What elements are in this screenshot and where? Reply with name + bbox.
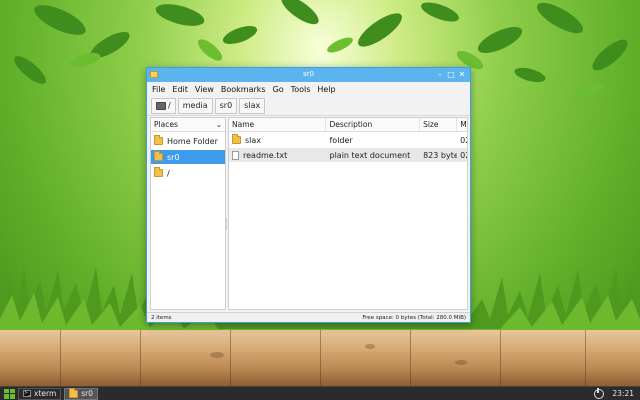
taskbar-item-sr0[interactable]: sr0 — [64, 387, 99, 400]
file-list: Name Description Size M slax folder 02 r… — [228, 117, 468, 310]
window-titlebar[interactable]: sr0 – □ ✕ — [147, 68, 470, 82]
menu-tools[interactable]: Tools — [291, 85, 311, 94]
places-header-label: Places — [154, 120, 178, 129]
menu-edit[interactable]: Edit — [172, 85, 188, 94]
file-name: readme.txt — [243, 150, 288, 160]
path-root-button[interactable]: / — [151, 97, 176, 114]
column-header-name[interactable]: Name — [229, 118, 327, 131]
menu-help[interactable]: Help — [317, 85, 335, 94]
path-bar: / media sr0 slax — [147, 96, 470, 116]
column-header-size[interactable]: Size — [420, 118, 458, 131]
taskbar-item-label: sr0 — [81, 389, 94, 398]
path-segment-label: slax — [244, 101, 261, 110]
taskbar-item-xterm[interactable]: >_ xterm — [18, 387, 62, 400]
file-list-header: Name Description Size M — [229, 118, 467, 132]
file-size — [420, 133, 457, 147]
file-row[interactable]: readme.txt plain text document 823 bytes… — [229, 148, 467, 162]
minimize-icon[interactable]: – — [435, 69, 445, 80]
column-header-modified[interactable]: M — [457, 118, 467, 131]
file-description: plain text document — [329, 150, 411, 160]
menu-bookmarks[interactable]: Bookmarks — [221, 85, 266, 94]
column-header-description[interactable]: Description — [326, 118, 421, 131]
path-root-label: / — [168, 101, 171, 110]
sidebar-item-home-folder[interactable]: Home Folder — [151, 134, 225, 148]
sidebar-item-root[interactable]: / — [151, 166, 225, 180]
sidebar-item-sr0[interactable]: sr0 — [151, 150, 225, 164]
places-sidebar: Places ⌄ Home Folder sr0 / — [150, 117, 227, 310]
window-title: sr0 — [303, 70, 314, 78]
menubar: File Edit View Bookmarks Go Tools Help — [147, 82, 470, 96]
status-free-space: Free space: 0 bytes (Total: 280.0 MiB) — [362, 314, 466, 321]
terminal-icon: >_ — [23, 390, 31, 397]
path-segment-label: sr0 — [219, 101, 233, 110]
sidebar-item-label: sr0 — [167, 152, 180, 162]
sidebar-item-label: / — [167, 168, 170, 178]
status-item-count: 2 items — [151, 314, 172, 321]
path-segment-label: media — [182, 101, 208, 110]
chevron-down-icon[interactable]: ⌄ — [216, 120, 222, 129]
text-file-icon — [232, 150, 239, 160]
file-description: folder — [329, 135, 353, 145]
power-icon[interactable] — [594, 387, 605, 399]
sidebar-item-label: Home Folder — [167, 136, 218, 146]
file-manager-window[interactable]: sr0 – □ ✕ File Edit View Bookmarks Go To… — [146, 67, 471, 323]
maximize-icon[interactable]: □ — [446, 69, 456, 80]
wooden-deck-decoration — [0, 330, 640, 386]
menu-file[interactable]: File — [152, 85, 165, 94]
folder-icon — [154, 151, 163, 161]
menu-view[interactable]: View — [195, 85, 214, 94]
file-row[interactable]: slax folder 02 — [229, 133, 467, 147]
taskbar: >_ xterm sr0 23:21 — [0, 386, 640, 400]
file-modified: 02 — [460, 150, 467, 160]
path-segment-sr0[interactable]: sr0 — [214, 97, 238, 114]
path-segment-media[interactable]: media — [177, 97, 213, 114]
folder-icon — [69, 387, 79, 398]
drive-icon — [156, 101, 166, 110]
sidebar-splitter-handle[interactable] — [225, 218, 227, 230]
start-menu-icon[interactable] — [3, 388, 15, 400]
folder-icon — [154, 167, 163, 177]
taskbar-item-label: xterm — [34, 389, 57, 398]
status-bar: 2 items Free space: 0 bytes (Total: 280.… — [147, 312, 470, 322]
file-modified: 02 — [460, 135, 467, 145]
close-icon[interactable]: ✕ — [457, 69, 467, 80]
folder-icon — [154, 135, 163, 145]
file-name: slax — [245, 135, 262, 145]
places-header[interactable]: Places ⌄ — [151, 118, 225, 132]
content-area: Places ⌄ Home Folder sr0 / Name Descript… — [150, 117, 468, 310]
clock[interactable]: 23:21 — [612, 389, 634, 398]
path-segment-slax[interactable]: slax — [239, 97, 266, 114]
menu-go[interactable]: Go — [273, 85, 284, 94]
file-size: 823 bytes — [423, 150, 457, 160]
folder-icon — [232, 134, 241, 144]
